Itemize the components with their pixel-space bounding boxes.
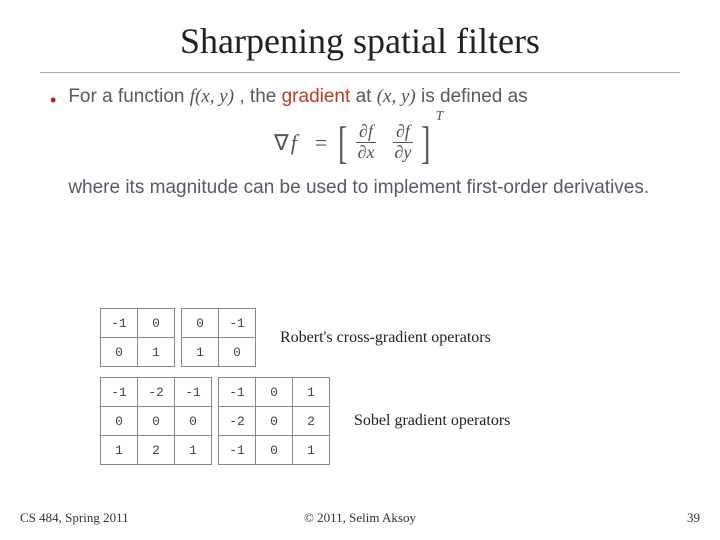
- cell: 1: [293, 436, 330, 465]
- cell: 0: [101, 338, 138, 367]
- cell: -1: [175, 378, 212, 407]
- slide-footer: CS 484, Spring 2011 © 2011, Selim Aksoy …: [0, 510, 720, 526]
- footer-left: CS 484, Spring 2011: [20, 510, 129, 526]
- bullet-part4: is defined as: [421, 86, 528, 107]
- roberts-kernel-2: 0-1 10: [181, 308, 256, 367]
- bullet-part2: , the: [239, 86, 281, 107]
- fraction-row: ∂f ∂x ∂f ∂y: [355, 122, 415, 163]
- roberts-kernel-1: -10 01: [100, 308, 175, 367]
- sobel-kernel-2: -101 -202 -101: [218, 377, 330, 465]
- cell: 1: [101, 436, 138, 465]
- formula-f: f: [291, 126, 297, 159]
- kernels-area: -10 01 0-1 10 Robert's cross-gradient op…: [100, 308, 660, 475]
- cell: 0: [256, 436, 293, 465]
- dfdy-den: ∂y: [391, 143, 414, 163]
- cell: 0: [256, 407, 293, 436]
- cell: 1: [182, 338, 219, 367]
- cell: 0: [256, 378, 293, 407]
- cell: 0: [182, 309, 219, 338]
- footer-right: 39: [687, 510, 700, 526]
- sobel-kernel-1: -1-2-1 000 121: [100, 377, 212, 465]
- title-divider: [40, 72, 680, 73]
- slide-body: • For a function f(x, y) , the gradient …: [0, 83, 720, 202]
- cell: 1: [293, 378, 330, 407]
- slide-root: Sharpening spatial filters • For a funct…: [0, 0, 720, 540]
- cell: -1: [219, 378, 256, 407]
- dfdx-num: ∂f: [356, 122, 376, 143]
- roberts-label: Robert's cross-gradient operators: [280, 329, 491, 347]
- sobel-label: Sobel gradient operators: [354, 412, 510, 430]
- nabla-symbol: ∇: [274, 126, 289, 159]
- sobel-row: -1-2-1 000 121 -101 -202 -101 Sobel grad…: [100, 377, 660, 465]
- cell: 1: [138, 338, 175, 367]
- cell: -1: [101, 309, 138, 338]
- sobel-kernels: -1-2-1 000 121 -101 -202 -101: [100, 377, 330, 465]
- bullet-text: For a function f(x, y) , the gradient at…: [68, 83, 649, 202]
- bullet-point: (x, y): [377, 86, 416, 107]
- bullet-func: f(x, y): [190, 86, 234, 107]
- right-bracket-icon: ]: [421, 120, 430, 166]
- bullet-part1: For a function: [68, 86, 189, 107]
- cell: -2: [138, 378, 175, 407]
- formula-eq: =: [315, 126, 327, 159]
- cell: 0: [138, 407, 175, 436]
- bullet-dot-icon: •: [50, 87, 56, 114]
- slide-title: Sharpening spatial filters: [0, 0, 720, 62]
- cell: -1: [101, 378, 138, 407]
- roberts-row: -10 01 0-1 10 Robert's cross-gradient op…: [100, 308, 660, 367]
- cell: 2: [293, 407, 330, 436]
- dfdx-den: ∂x: [355, 143, 378, 163]
- transpose-T: T: [436, 106, 444, 127]
- gradient-formula: ∇ f = [ ∂f ∂x ∂f ∂y: [274, 120, 444, 166]
- cell: 0: [175, 407, 212, 436]
- bullet-keyword: gradient: [282, 86, 351, 107]
- cell: -1: [219, 309, 256, 338]
- bullet-item: • For a function f(x, y) , the gradient …: [50, 83, 670, 202]
- cell: 0: [219, 338, 256, 367]
- cell: -2: [219, 407, 256, 436]
- formula-wrap: ∇ f = [ ∂f ∂x ∂f ∂y: [68, 120, 649, 166]
- cell: 1: [175, 436, 212, 465]
- bullet-tail: where its magnitude can be used to imple…: [68, 177, 649, 198]
- dfdy-num: ∂f: [393, 122, 413, 143]
- cell: 0: [101, 407, 138, 436]
- cell: 2: [138, 436, 175, 465]
- cell: 0: [138, 309, 175, 338]
- cell: -1: [219, 436, 256, 465]
- dfdy: ∂f ∂y: [391, 122, 414, 163]
- dfdx: ∂f ∂x: [355, 122, 378, 163]
- left-bracket-icon: [: [338, 120, 347, 166]
- bullet-part3: at: [356, 86, 377, 107]
- roberts-kernels: -10 01 0-1 10: [100, 308, 256, 367]
